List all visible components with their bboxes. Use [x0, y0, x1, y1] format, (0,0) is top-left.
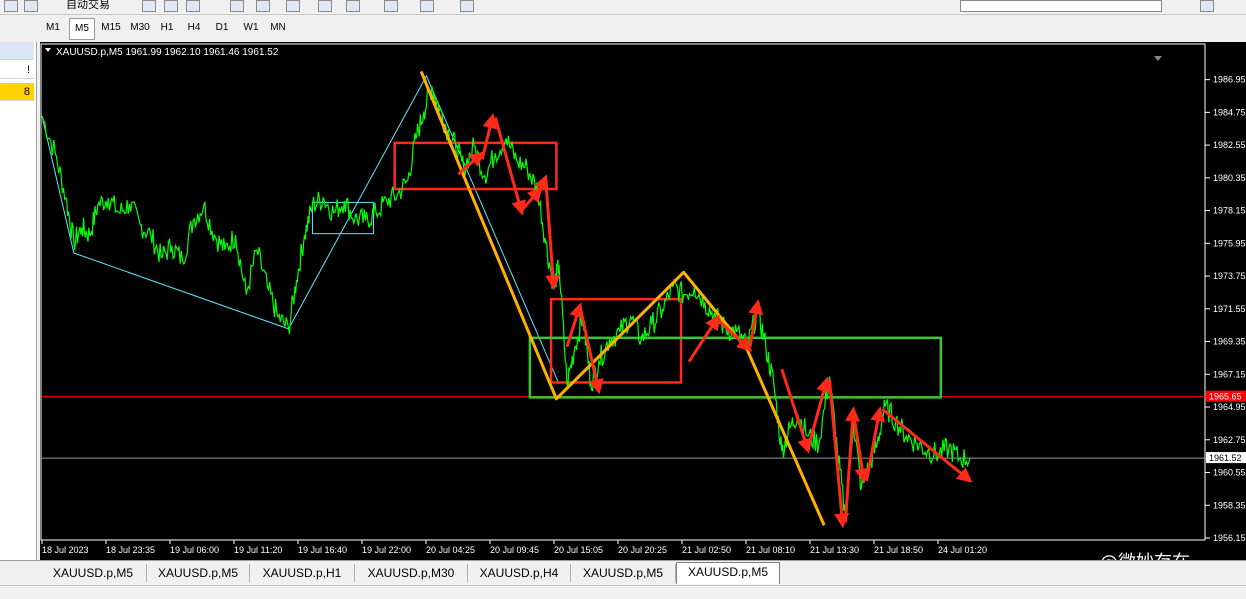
chart-header: XAUUSD.p,M5 1961.99 1962.10 1961.46 1961…	[56, 47, 279, 58]
price-axis: 1986.95 1984.75 1982.55 1980.35 1978.15 1975.…	[40, 43, 1246, 543]
chart-shift-icon[interactable]	[318, 0, 332, 12]
current-price-label: 1961.52	[1209, 453, 1242, 463]
price-tick-label: 1980.35	[1213, 173, 1246, 183]
time-tick-label: 20 Jul 04:25	[426, 545, 475, 555]
red-wave-arrow	[865, 406, 886, 481]
red-wave-arrow	[827, 379, 850, 529]
time-tick-label: 19 Jul 16:40	[298, 545, 347, 555]
experts-icon[interactable]	[4, 0, 18, 12]
main-toolbar: 自动交易	[0, 0, 1246, 15]
panel-header	[0, 42, 34, 60]
level-price-label: 1965.65	[1209, 392, 1242, 402]
time-tick-label: 19 Jul 11:20	[234, 545, 282, 555]
timeframe-button[interactable]: M1	[42, 18, 64, 38]
timeframe-button[interactable]: H1	[156, 18, 178, 38]
price-tick-label: 1956.15	[1213, 533, 1246, 543]
indicators-icon[interactable]	[384, 0, 398, 12]
time-tick-label: 21 Jul 02:50	[682, 545, 731, 555]
list-item[interactable]: !	[0, 61, 34, 79]
chart-tabs: XAUUSD.p,M5 XAUUSD.p,M5 XAUUSD.p,H1 XAUU…	[0, 560, 1246, 585]
price-tick-label: 1982.55	[1213, 140, 1246, 150]
autotrade-button[interactable]: 自动交易	[66, 0, 110, 12]
time-tick-label: 21 Jul 18:50	[874, 545, 923, 555]
timeframe-button[interactable]: D1	[211, 18, 233, 38]
time-tick-label: 20 Jul 09:45	[490, 545, 539, 555]
red-wave-arrow	[843, 406, 860, 523]
price-tick-label: 1958.35	[1213, 500, 1246, 510]
price-tick-label: 1973.75	[1213, 271, 1246, 281]
chart-tab[interactable]: XAUUSD.p,M5	[147, 564, 250, 582]
market-watch-panel: ! 8	[0, 42, 37, 560]
autotrade-icon[interactable]	[24, 0, 38, 12]
price-tick-label: 1971.55	[1213, 304, 1246, 314]
plot-frame	[40, 43, 1206, 541]
zoom-in-icon[interactable]	[230, 0, 244, 12]
chart-tab-active[interactable]: XAUUSD.p,M5	[676, 562, 780, 584]
search-icon[interactable]	[1200, 0, 1214, 12]
price-tick-label: 1964.95	[1213, 402, 1246, 412]
red-wave-arrow	[748, 299, 764, 348]
red-wave-arrow	[687, 314, 720, 363]
price-tick-label: 1984.75	[1213, 107, 1246, 117]
price-tick-label: 1967.15	[1213, 369, 1246, 379]
chart-tab[interactable]: XAUUSD.p,M5	[40, 564, 147, 582]
time-tick-label: 24 Jul 01:20	[938, 545, 987, 555]
time-axis: 18 Jul 2023 18 Jul 23:35 19 Jul 06:00 19 Ju…	[41, 540, 987, 555]
autoscroll-icon[interactable]	[346, 0, 360, 12]
time-tick-label: 18 Jul 2023	[42, 545, 89, 555]
drawn-arrows	[419, 70, 973, 529]
timeframe-button[interactable]: W1	[240, 18, 262, 38]
price-tick-label: 1975.95	[1213, 238, 1246, 248]
price-tick-label: 1978.15	[1213, 206, 1246, 216]
red-wave-arrow	[520, 186, 543, 211]
time-tick-label: 21 Jul 08:10	[746, 545, 795, 555]
price-tick-label: 1960.55	[1213, 468, 1246, 478]
red-wave-arrow	[544, 179, 561, 291]
templates-icon[interactable]	[460, 0, 474, 12]
red-wave-arrow	[881, 408, 973, 483]
time-tick-label: 20 Jul 15:05	[554, 545, 603, 555]
red-wave-arrow	[851, 412, 870, 484]
price-tick-label: 1962.75	[1213, 435, 1246, 445]
timeframe-button[interactable]: M15	[98, 18, 124, 38]
time-tick-label: 19 Jul 22:00	[362, 545, 411, 555]
chart-menu-icon[interactable]	[45, 48, 51, 52]
timeframe-button[interactable]: H4	[183, 18, 205, 38]
chart-tab[interactable]: XAUUSD.p,H4	[468, 564, 571, 582]
zigzag-line	[41, 74, 560, 385]
chart-tab[interactable]: XAUUSD.p,M5	[571, 564, 676, 582]
terminal-header	[0, 585, 1246, 599]
chart-tab[interactable]: XAUUSD.p,M30	[355, 564, 468, 582]
shift-marker-icon	[1154, 56, 1162, 61]
time-tick-label: 21 Jul 13:30	[810, 545, 859, 555]
line-chart-icon[interactable]	[186, 0, 200, 12]
zoom-out-icon[interactable]	[256, 0, 270, 12]
time-tick-label: 20 Jul 20:25	[618, 545, 667, 555]
chart-canvas: 1986.95 1984.75 1982.55 1980.35 1978.15 1975.…	[40, 43, 1246, 555]
price-tick-label: 1986.95	[1213, 75, 1246, 85]
timeframe-button[interactable]: M30	[127, 18, 153, 38]
chart-tab[interactable]: XAUUSD.p,H1	[250, 564, 355, 582]
time-tick-label: 18 Jul 23:35	[106, 545, 155, 555]
time-tick-label: 19 Jul 06:00	[170, 545, 219, 555]
candle-chart-icon[interactable]	[164, 0, 178, 12]
red-wave-arrow	[806, 376, 831, 449]
tile-windows-icon[interactable]	[286, 0, 300, 12]
bar-chart-icon[interactable]	[142, 0, 156, 12]
timeframe-toolbar: M1 M5 M15 M30 H1 H4 D1 W1 MN	[0, 15, 1246, 42]
timeframe-button[interactable]: MN	[267, 18, 289, 38]
timeframe-button[interactable]: M5	[69, 18, 95, 40]
list-item[interactable]: 8	[0, 83, 34, 101]
price-chart[interactable]: 1986.95 1984.75 1982.55 1980.35 1978.15 1975.…	[40, 42, 1246, 560]
search-input[interactable]	[960, 0, 1162, 12]
price-levels	[42, 396, 1206, 459]
price-tick-label: 1969.35	[1213, 337, 1246, 347]
periods-icon[interactable]	[420, 0, 434, 12]
